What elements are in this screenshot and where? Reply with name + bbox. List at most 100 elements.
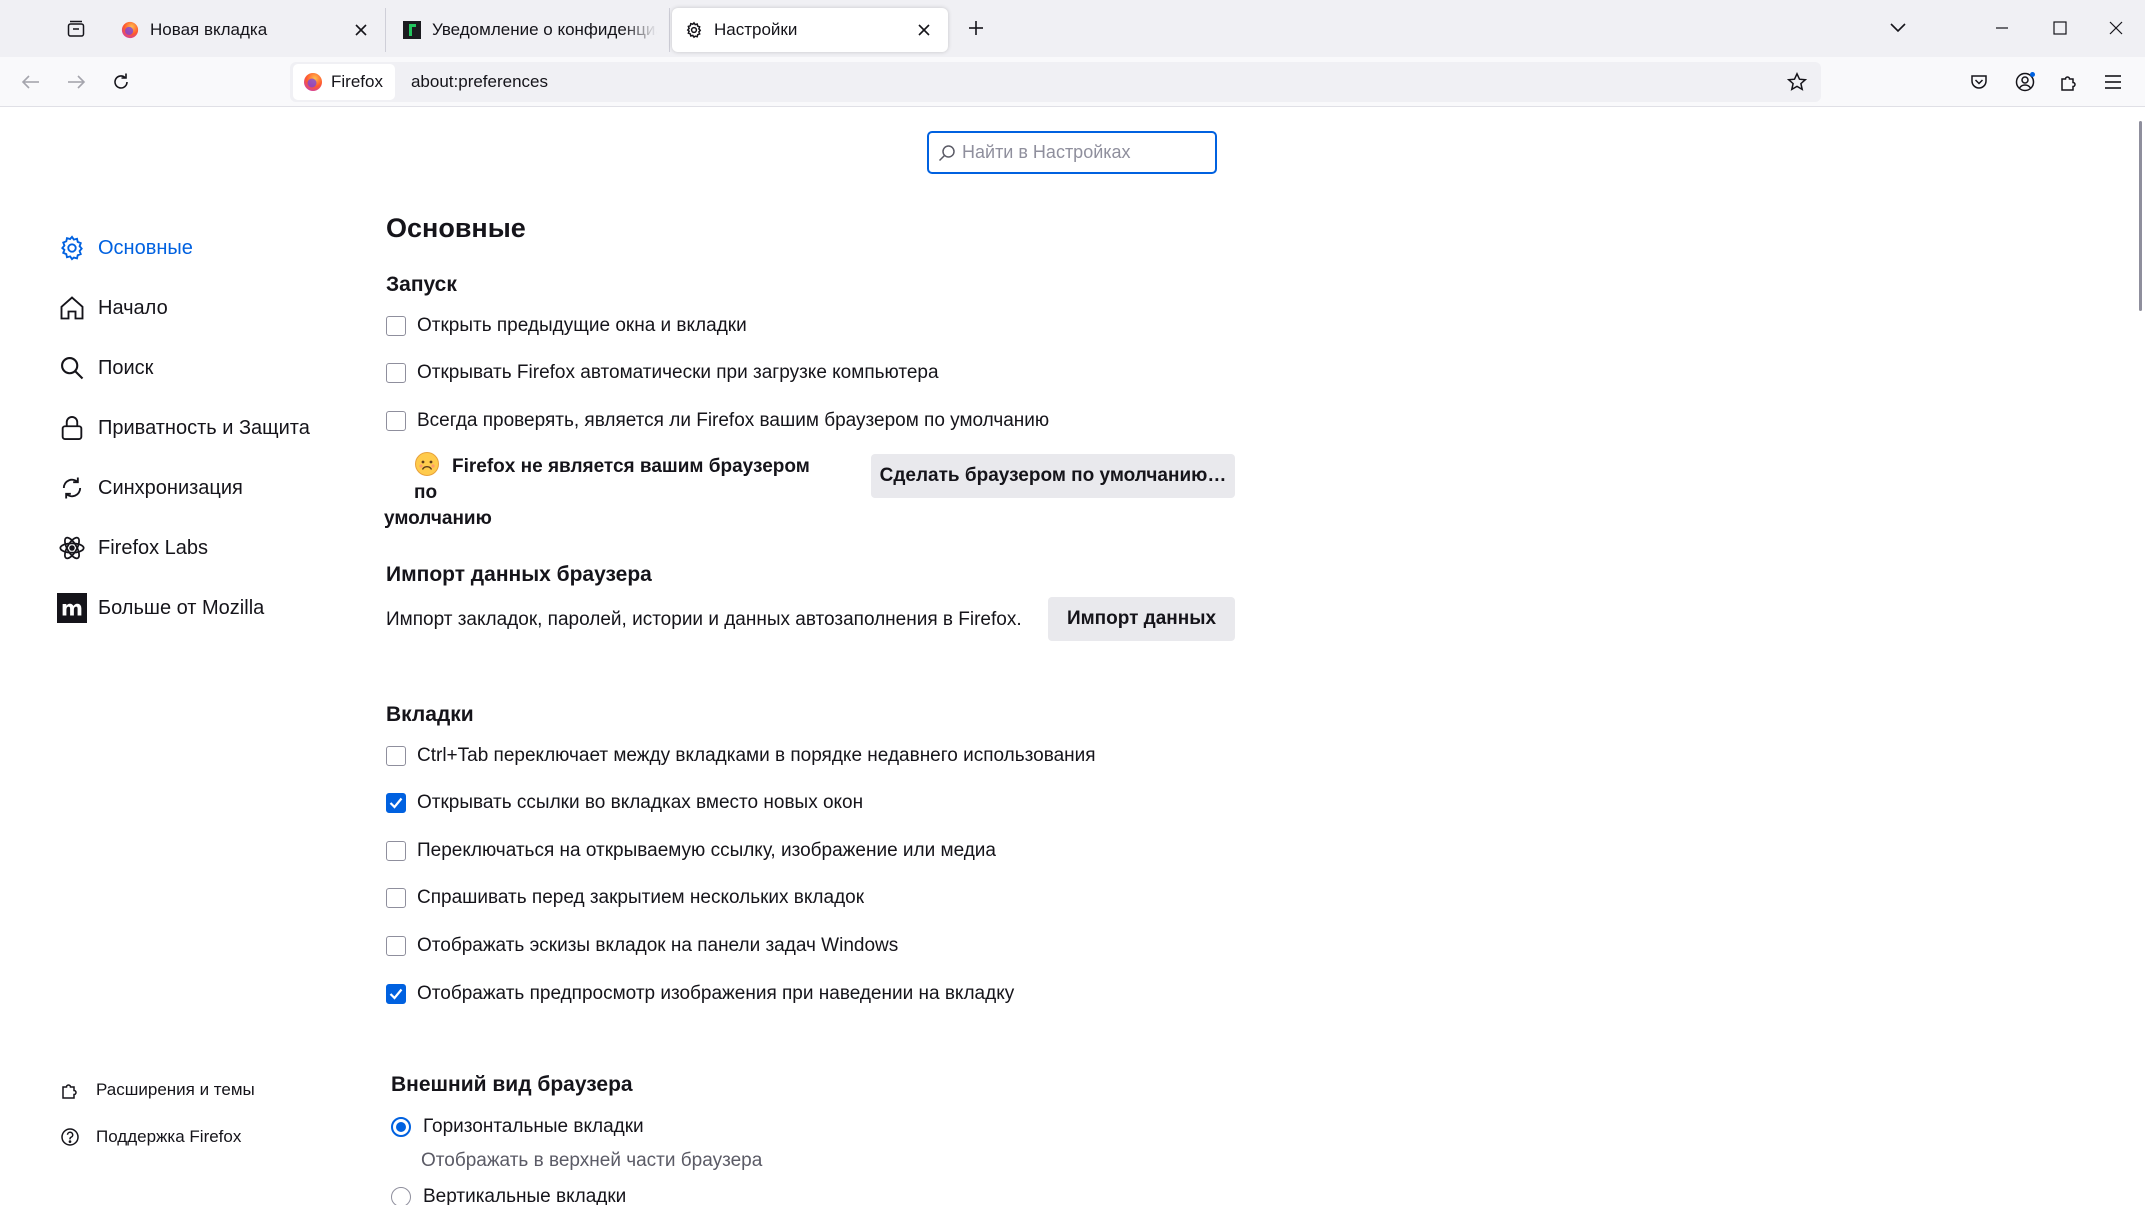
plus-icon [969, 21, 983, 35]
category-more-from-mozilla[interactable]: m Больше от Mozilla [56, 586, 264, 630]
warn-on-close-tabs-checkbox[interactable]: Спрашивать перед закрытием нескольких вк… [386, 883, 864, 913]
maximize-button[interactable] [2040, 8, 2080, 48]
support-link-label: Поддержка Firefox [96, 1127, 242, 1146]
category-label: Поиск [98, 356, 154, 379]
make-default-button[interactable]: Сделать браузером по умолчанию… [871, 454, 1235, 498]
checkbox[interactable] [386, 411, 406, 431]
radio[interactable] [391, 1187, 411, 1205]
ctrl-tab-recent-checkbox[interactable]: Ctrl+Tab переключает между вкладками в п… [386, 741, 1096, 771]
arrow-right-icon [68, 75, 86, 89]
notice-line-1: Firefox не является вашим браузером по [414, 456, 810, 503]
checkbox-label: Отображать предпросмотр изображения при … [417, 983, 1015, 1004]
always-check-default-checkbox[interactable]: Всегда проверять, является ли Firefox ва… [386, 406, 1049, 436]
gear-icon [56, 232, 88, 264]
checkbox[interactable] [386, 841, 406, 861]
startup-heading: Запуск [386, 273, 457, 296]
star-icon [1787, 72, 1807, 91]
addons-link[interactable]: Расширения и темы [58, 1074, 255, 1106]
bookmark-star-button[interactable] [1783, 68, 1811, 96]
checkbox[interactable] [386, 746, 406, 766]
category-label: Синхронизация [98, 476, 243, 499]
account-button[interactable] [2008, 65, 2042, 99]
checkmark-icon [389, 988, 403, 1000]
checkbox[interactable] [386, 316, 406, 336]
settings-search-box[interactable] [927, 131, 1217, 174]
reload-icon [114, 73, 128, 89]
vertical-tabs-radio[interactable]: Вертикальные вкладки [391, 1182, 626, 1205]
forward-button[interactable] [59, 65, 93, 99]
category-label: Начало [98, 296, 168, 319]
list-all-tabs-button[interactable] [1878, 8, 1918, 48]
url-bar[interactable]: Firefox about:preferences [290, 62, 1821, 102]
tab-new-tab[interactable]: Новая вкладка [108, 8, 386, 52]
lock-icon [56, 412, 88, 444]
search-icon [938, 144, 955, 161]
tab-title: Новая вкладка [150, 20, 268, 39]
checkbox[interactable] [386, 984, 406, 1004]
app-menu-button[interactable] [2096, 65, 2130, 99]
support-link[interactable]: Поддержка Firefox [58, 1121, 241, 1153]
checkbox-label: Спрашивать перед закрытием нескольких вк… [417, 887, 865, 908]
checkbox[interactable] [386, 793, 406, 813]
category-sync[interactable]: Синхронизация [56, 466, 243, 510]
identity-box[interactable]: Firefox [293, 64, 395, 100]
open-links-in-tabs-checkbox[interactable]: Открывать ссылки во вкладках вместо новы… [386, 788, 863, 818]
reload-button[interactable] [104, 65, 138, 99]
default-browser-notice: Firefox не является вашим браузером по у… [384, 451, 834, 532]
import-data-button[interactable]: Импорт данных [1048, 597, 1235, 641]
home-icon [56, 292, 88, 324]
category-home[interactable]: Начало [56, 286, 168, 330]
tab-privacy-notice[interactable]: Уведомление о конфиденциальности [390, 8, 670, 52]
pocket-button[interactable] [1962, 65, 1996, 99]
close-icon[interactable] [349, 18, 373, 42]
taskbar-tab-previews-checkbox[interactable]: Отображать эскизы вкладок на панели зада… [386, 931, 898, 961]
tab-hover-preview-checkbox[interactable]: Отображать предпросмотр изображения при … [386, 979, 1014, 1009]
page-title: Основные [386, 213, 526, 243]
radio-label: Горизонтальные вкладки [423, 1116, 644, 1137]
preferences-page: Основные Начало Поиск Приватность и Защи… [0, 107, 2145, 1205]
maximize-icon [2053, 21, 2067, 35]
search-icon [56, 352, 88, 384]
privacy-notice-favicon-icon [402, 20, 422, 40]
checkbox[interactable] [386, 888, 406, 908]
checkbox[interactable] [386, 936, 406, 956]
scrollbar-thumb[interactable] [2139, 121, 2142, 311]
tab-settings[interactable]: Настройки [672, 8, 948, 52]
new-tab-button[interactable] [960, 12, 992, 44]
category-label: Больше от Mozilla [98, 596, 265, 619]
close-icon [2109, 21, 2123, 35]
page-scrollbar[interactable] [2135, 107, 2145, 1205]
back-button[interactable] [14, 65, 48, 99]
minimize-button[interactable] [1982, 8, 2022, 48]
category-general[interactable]: Основные [56, 226, 193, 270]
checkbox[interactable] [386, 363, 406, 383]
category-firefox-labs[interactable]: Firefox Labs [56, 526, 208, 570]
open-on-startup-checkbox[interactable]: Открывать Firefox автоматически при загр… [386, 358, 939, 388]
settings-search-input[interactable] [962, 142, 1202, 163]
url-text[interactable]: about:preferences [411, 72, 548, 92]
arrow-left-icon [21, 75, 39, 89]
firefox-logo-icon [304, 73, 322, 91]
category-privacy[interactable]: Приватность и Защита [56, 406, 310, 450]
account-icon [2015, 72, 2035, 92]
appearance-heading: Внешний вид браузера [391, 1073, 633, 1096]
close-icon[interactable] [912, 18, 936, 42]
radio-label: Вертикальные вкладки [423, 1186, 627, 1205]
checkbox-label: Открыть предыдущие окна и вкладки [417, 315, 747, 336]
firefox-view-button[interactable] [58, 13, 94, 45]
radio[interactable] [391, 1117, 411, 1137]
close-window-button[interactable] [2096, 8, 2136, 48]
checkbox-label: Всегда проверять, является ли Firefox ва… [417, 410, 1050, 431]
tab-title: Настройки [714, 20, 798, 39]
restore-session-checkbox[interactable]: Открыть предыдущие окна и вкладки [386, 311, 747, 341]
pocket-icon [1971, 75, 1987, 89]
addons-link-label: Расширения и темы [96, 1080, 255, 1099]
extensions-button[interactable] [2052, 65, 2086, 99]
category-search[interactable]: Поиск [56, 346, 153, 390]
svg-text:m: m [61, 597, 83, 622]
sync-icon [56, 472, 88, 504]
puzzle-icon [2061, 76, 2076, 91]
switch-to-new-tab-checkbox[interactable]: Переключаться на открываемую ссылку, изо… [386, 836, 996, 866]
category-label: Приватность и Защита [98, 416, 310, 439]
horizontal-tabs-radio[interactable]: Горизонтальные вкладки [391, 1112, 644, 1142]
